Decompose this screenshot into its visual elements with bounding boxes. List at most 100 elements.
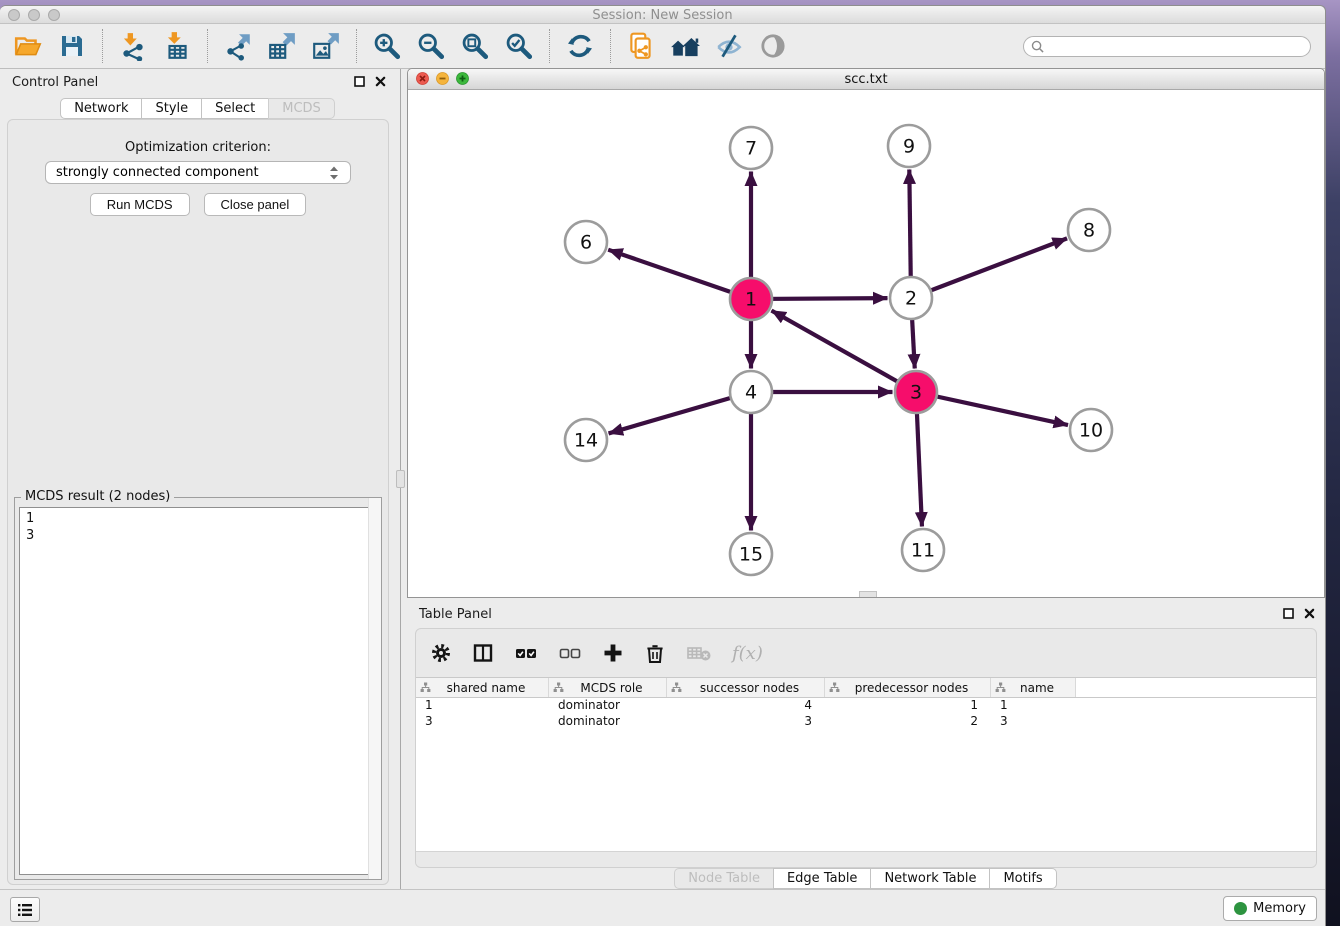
import-table-button[interactable]	[161, 30, 193, 62]
graph-node-2[interactable]: 2	[890, 277, 932, 319]
graph-edge-3-1[interactable]	[771, 311, 916, 392]
graph-node-9[interactable]: 9	[888, 125, 930, 167]
zoom-selected-button[interactable]	[503, 30, 535, 62]
tab-network[interactable]: Network	[60, 98, 142, 119]
column-header-predecessor-nodes[interactable]: predecessor nodes	[825, 678, 991, 697]
float-panel-icon[interactable]	[354, 76, 365, 87]
task-history-button[interactable]	[10, 897, 40, 922]
cell-MCDS-role[interactable]: dominator	[549, 714, 667, 730]
settings-gear-icon[interactable]	[430, 642, 452, 664]
search-input[interactable]	[1049, 39, 1303, 53]
run-mcds-button[interactable]: Run MCDS	[90, 193, 190, 216]
graph-node-label: 14	[574, 430, 598, 452]
cell-shared-name[interactable]: 3	[416, 714, 549, 730]
copy-network-button[interactable]	[625, 30, 657, 62]
select-all-columns-icon[interactable]	[514, 642, 538, 664]
graph-node-label: 3	[910, 382, 922, 404]
column-header-successor-nodes[interactable]: successor nodes	[667, 678, 825, 697]
zoom-out-button[interactable]	[415, 30, 447, 62]
tab-select[interactable]: Select	[201, 98, 269, 119]
zoom-in-button[interactable]	[371, 30, 403, 62]
select-chevrons-icon	[328, 165, 340, 181]
table-tab-edge-table[interactable]: Edge Table	[773, 868, 871, 889]
table-tab-node-table[interactable]: Node Table	[674, 868, 774, 889]
cell-successor-nodes[interactable]: 4	[667, 698, 825, 714]
graph-node-label: 11	[911, 540, 935, 562]
hide-style-button[interactable]	[713, 30, 745, 62]
save-session-button[interactable]	[56, 30, 88, 62]
graph-node-10[interactable]: 10	[1070, 409, 1112, 451]
control-panel-title: Control Panel	[12, 75, 98, 90]
mcds-result-groupbox: MCDS result (2 nodes) 1 3	[14, 497, 382, 880]
graph-node-14[interactable]: 14	[565, 419, 607, 461]
delete-column-icon[interactable]	[644, 642, 666, 664]
cell-shared-name[interactable]: 1	[416, 698, 549, 714]
show-columns-icon[interactable]	[472, 642, 494, 664]
function-builder-icon[interactable]: f(x)	[732, 643, 763, 664]
graph-node-8[interactable]: 8	[1068, 209, 1110, 251]
open-session-button[interactable]	[12, 30, 44, 62]
mcds-tab-content: Optimization criterion: strongly connect…	[7, 119, 389, 885]
table-tab-motifs[interactable]: Motifs	[989, 868, 1056, 889]
home-button[interactable]	[669, 30, 701, 62]
main-toolbar	[0, 24, 1325, 69]
cell-MCDS-role[interactable]: dominator	[549, 698, 667, 714]
close-panel-button[interactable]: Close panel	[204, 193, 307, 216]
cell-successor-nodes[interactable]: 3	[667, 714, 825, 730]
list-icon	[16, 902, 34, 918]
graph-node-label: 4	[745, 382, 757, 404]
unselect-all-columns-icon[interactable]	[558, 642, 582, 664]
export-network-icon	[223, 31, 253, 61]
tab-mcds[interactable]: MCDS	[268, 98, 335, 119]
graph-edge-3-10[interactable]	[916, 392, 1068, 425]
graph-node-11[interactable]: 11	[902, 529, 944, 571]
close-table-panel-icon[interactable]	[1304, 608, 1315, 619]
column-header-name[interactable]: name	[991, 678, 1076, 697]
cell-name[interactable]: 3	[991, 714, 1076, 730]
import-network-button[interactable]	[117, 30, 149, 62]
cell-name[interactable]: 1	[991, 698, 1076, 714]
horizontal-divider-handle[interactable]	[859, 591, 877, 597]
column-header-shared-name[interactable]: shared name	[416, 678, 549, 697]
criterion-select[interactable]: strongly connected component	[45, 161, 351, 184]
graph-node-4[interactable]: 4	[730, 371, 772, 413]
network-canvas[interactable]: 7 9 6 8 1 2 4 3 14 10 15 11	[408, 90, 1324, 593]
graph-node-label: 7	[745, 138, 757, 160]
zoom-fit-button[interactable]	[459, 30, 491, 62]
show-eye-button[interactable]	[757, 30, 789, 62]
cell-predecessor-nodes[interactable]: 1	[825, 698, 991, 714]
graph-node-3[interactable]: 3	[895, 371, 937, 413]
import-network-icon	[118, 31, 148, 61]
export-table-button[interactable]	[266, 30, 298, 62]
delete-table-icon[interactable]	[686, 643, 712, 663]
zoom-selected-icon	[504, 31, 534, 61]
memory-label: Memory	[1253, 901, 1306, 916]
refresh-button[interactable]	[564, 30, 596, 62]
panel-divider-handle[interactable]	[396, 470, 405, 488]
export-image-button[interactable]	[310, 30, 342, 62]
import-table-icon	[162, 31, 192, 61]
table-row: 3dominator323	[416, 714, 1316, 730]
tab-style[interactable]: Style	[141, 98, 202, 119]
graph-edge-1-6[interactable]	[608, 250, 751, 299]
graph-node-label: 9	[903, 136, 915, 158]
graph-node-6[interactable]: 6	[565, 221, 607, 263]
result-scrollbar[interactable]	[368, 498, 381, 879]
table-row: 1dominator411	[416, 698, 1316, 714]
table-toolbar: f(x)	[416, 629, 1316, 677]
float-table-panel-icon[interactable]	[1283, 608, 1294, 619]
export-network-button[interactable]	[222, 30, 254, 62]
add-column-icon[interactable]	[602, 642, 624, 664]
memory-button[interactable]: Memory	[1223, 896, 1317, 921]
graph-node-label: 8	[1083, 220, 1095, 242]
graph-node-7[interactable]: 7	[730, 127, 772, 169]
column-header-MCDS-role[interactable]: MCDS role	[549, 678, 667, 697]
close-panel-icon[interactable]	[375, 76, 386, 87]
cell-predecessor-nodes[interactable]: 2	[825, 714, 991, 730]
graph-node-1[interactable]: 1	[730, 278, 772, 320]
graph-edge-2-8[interactable]	[911, 238, 1067, 298]
mcds-result-text[interactable]: 1 3	[19, 507, 377, 875]
graph-node-15[interactable]: 15	[730, 533, 772, 575]
table-tab-network-table[interactable]: Network Table	[870, 868, 990, 889]
status-bar: Memory	[0, 889, 1325, 926]
